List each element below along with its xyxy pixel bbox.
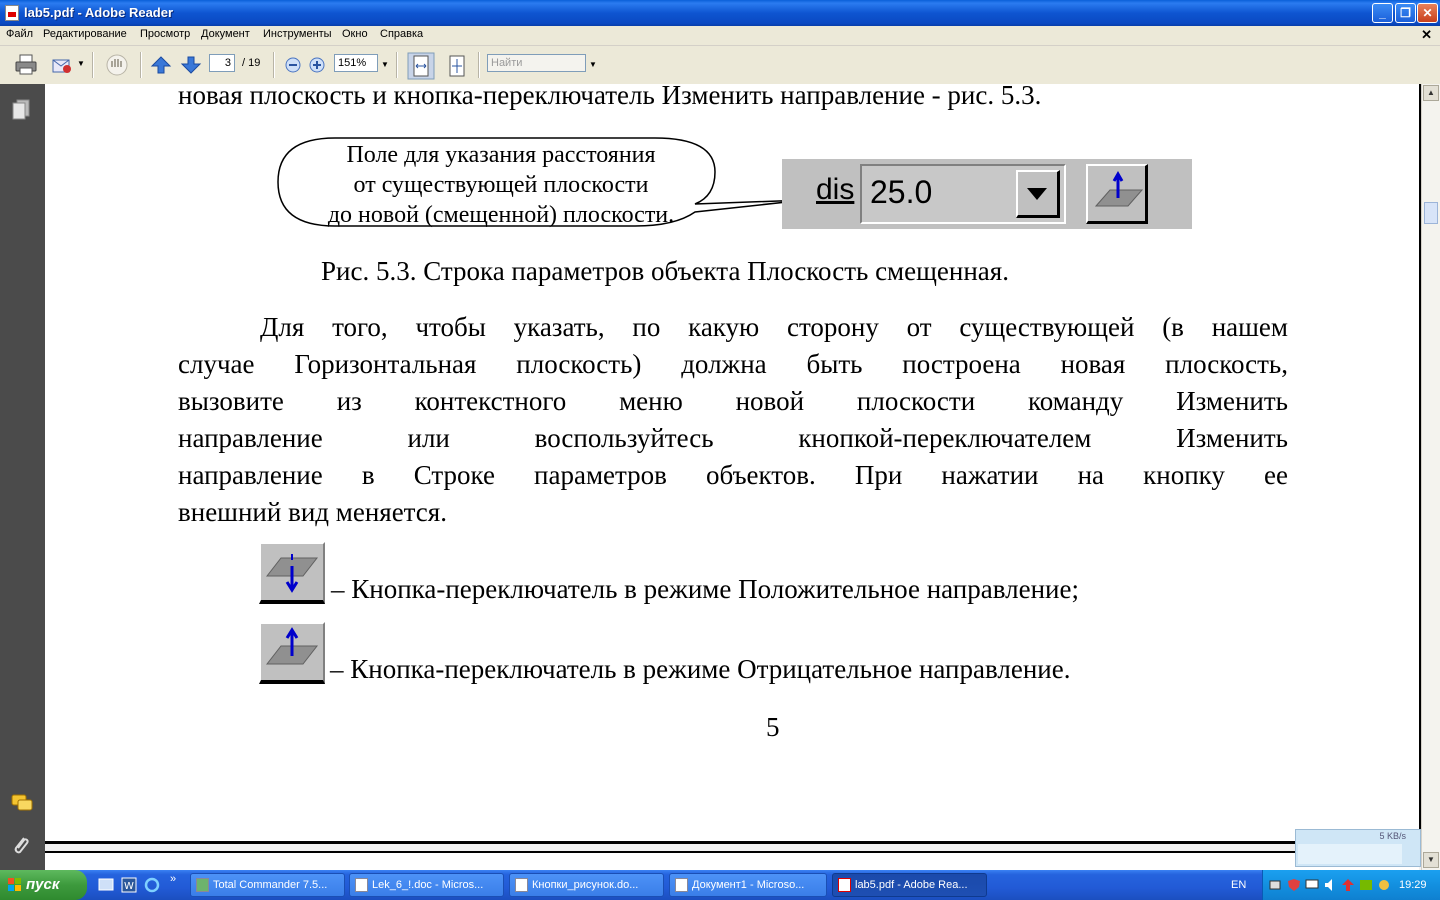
minimize-button[interactable]: _ bbox=[1372, 3, 1393, 23]
adobe-pdf-icon bbox=[5, 5, 19, 21]
word-icon[interactable]: W bbox=[121, 877, 137, 893]
shield-icon[interactable] bbox=[1287, 878, 1301, 892]
scroll-up-button[interactable]: ▲ bbox=[1423, 85, 1439, 101]
zoom-in-icon[interactable] bbox=[308, 56, 326, 74]
email-dropdown-icon[interactable]: ▼ bbox=[77, 59, 85, 68]
start-label: пуск bbox=[26, 876, 60, 893]
show-desktop-icon[interactable] bbox=[98, 877, 114, 893]
next-page-icon[interactable] bbox=[180, 55, 202, 75]
word-doc-icon bbox=[355, 878, 368, 892]
total-commander-icon bbox=[196, 878, 209, 892]
word-doc-icon bbox=[675, 878, 688, 892]
fit-page-icon[interactable] bbox=[445, 54, 469, 78]
navigation-panel bbox=[0, 84, 45, 870]
start-button[interactable]: пуск bbox=[0, 870, 87, 900]
taskbar-item-lek-doc[interactable]: Lek_6_!.doc - Micros... bbox=[349, 873, 504, 897]
nvidia-icon[interactable] bbox=[1359, 878, 1373, 892]
paragraph-line: внешний вид меняется. bbox=[178, 497, 447, 527]
page-total: / 19 bbox=[242, 57, 261, 69]
zoom-level-input[interactable]: 151% bbox=[334, 54, 378, 72]
windows-logo-icon bbox=[8, 878, 21, 891]
distance-value: 25.0 bbox=[870, 174, 933, 210]
window-title: lab5.pdf - Adobe Reader bbox=[24, 5, 174, 20]
change-direction-button bbox=[1086, 164, 1148, 224]
paragraph-line: случае Горизонтальная плоскость) должна … bbox=[178, 349, 1288, 379]
hand-tool-icon[interactable] bbox=[104, 53, 130, 77]
page-number-input[interactable]: 3 bbox=[209, 54, 235, 72]
print-icon[interactable] bbox=[14, 54, 38, 76]
zoom-dropdown-icon[interactable]: ▼ bbox=[381, 60, 389, 69]
negative-direction-button-image bbox=[259, 622, 325, 684]
callout-line: до новой (смещенной) плоскости. bbox=[327, 202, 675, 228]
paragraph-line: Для того, чтобы указать, по какую сторон… bbox=[260, 312, 1288, 342]
scroll-down-button[interactable]: ▼ bbox=[1423, 852, 1439, 868]
close-button[interactable]: ✕ bbox=[1417, 3, 1438, 23]
zoom-out-icon[interactable] bbox=[284, 56, 302, 74]
figure-caption: Рис. 5.3. Строка параметров объекта Плос… bbox=[321, 256, 1009, 286]
list-item-negative: – Кнопка-переключатель в режиме Отрицате… bbox=[330, 654, 1071, 684]
document-close-icon[interactable]: ✕ bbox=[1421, 27, 1432, 43]
menu-bar: Файл Редактирование Просмотр Документ Ин… bbox=[0, 26, 1440, 46]
clock: 19:29 bbox=[1399, 879, 1427, 891]
menu-view[interactable]: Просмотр bbox=[140, 28, 190, 40]
distance-dropdown-button bbox=[1016, 170, 1060, 218]
negative-direction-icon bbox=[265, 627, 319, 665]
paragraph-line: направление в Строке параметров объектов… bbox=[178, 460, 1288, 490]
network-speed-widget: 5 KB/s bbox=[1295, 829, 1421, 867]
param-label: dis bbox=[816, 173, 855, 206]
list-item-positive: – Кнопка-переключатель в режиме Положите… bbox=[331, 574, 1079, 604]
email-icon[interactable] bbox=[50, 54, 74, 76]
menu-help[interactable]: Справка bbox=[380, 28, 423, 40]
menu-tools[interactable]: Инструменты bbox=[263, 28, 332, 40]
previous-page-icon[interactable] bbox=[150, 55, 172, 75]
svg-text:W: W bbox=[124, 881, 134, 892]
positive-direction-button-image bbox=[259, 542, 325, 604]
menu-document[interactable]: Документ bbox=[201, 28, 250, 40]
internet-explorer-icon[interactable] bbox=[144, 877, 160, 893]
word-doc-icon bbox=[515, 878, 528, 892]
callout-line: Поле для указания расстояния bbox=[346, 142, 656, 168]
taskbar-item-knopki-doc[interactable]: Кнопки_рисунок.do... bbox=[509, 873, 664, 897]
menu-file[interactable]: Файл bbox=[6, 28, 33, 40]
document-text-line: новая плоскость и кнопка-переключатель И… bbox=[178, 80, 1042, 110]
dropdown-arrow-icon bbox=[1027, 188, 1047, 200]
speaker-icon[interactable] bbox=[1323, 878, 1337, 892]
title-bar[interactable]: lab5.pdf - Adobe Reader _ ❐ ✕ bbox=[0, 0, 1440, 26]
monitor-icon[interactable] bbox=[1305, 878, 1319, 892]
taskbar-item-dokument1[interactable]: Документ1 - Microso... bbox=[669, 873, 827, 897]
callout-line: от существующей плоскости bbox=[353, 172, 649, 198]
search-input[interactable]: Найти bbox=[487, 54, 586, 72]
pages-icon[interactable] bbox=[10, 98, 32, 122]
arrow-icon[interactable] bbox=[1341, 878, 1355, 892]
paragraph-line: вызовите из контекстного меню новой плос… bbox=[178, 386, 1288, 416]
vertical-scrollbar[interactable]: ▲ ▼ bbox=[1421, 84, 1440, 870]
parameter-strip-image: dis 25.0 bbox=[782, 159, 1192, 229]
menu-edit[interactable]: Редактирование bbox=[43, 28, 127, 40]
search-dropdown-icon[interactable]: ▼ bbox=[589, 60, 597, 69]
utility-icon[interactable] bbox=[1377, 878, 1391, 892]
paragraph-line: направление или воспользуйтесь кнопкой-п… bbox=[178, 423, 1288, 453]
quick-launch-more-icon[interactable]: » bbox=[170, 873, 176, 885]
system-tray: 19:29 bbox=[1262, 870, 1440, 900]
pdf-page: новая плоскость и кнопка-переключатель И… bbox=[45, 80, 1421, 844]
language-indicator[interactable]: EN bbox=[1231, 879, 1246, 891]
attachments-icon[interactable] bbox=[10, 834, 32, 858]
document-view[interactable]: новая плоскость и кнопка-переключатель И… bbox=[45, 80, 1421, 873]
comments-icon[interactable] bbox=[10, 792, 34, 814]
taskbar: пуск W » Total Commander 7.5... Lek_6_!.… bbox=[0, 870, 1440, 900]
positive-direction-icon bbox=[265, 554, 319, 593]
taskbar-item-lab5-pdf[interactable]: lab5.pdf - Adobe Rea... bbox=[832, 873, 987, 897]
network-speed: 5 KB/s bbox=[1379, 831, 1406, 841]
page-number: 5 bbox=[766, 712, 780, 742]
maximize-button[interactable]: ❐ bbox=[1395, 3, 1416, 23]
adobe-pdf-icon bbox=[838, 878, 851, 892]
negative-direction-icon bbox=[1094, 170, 1144, 207]
distance-field: 25.0 bbox=[860, 164, 1066, 224]
taskbar-item-total-commander[interactable]: Total Commander 7.5... bbox=[190, 873, 345, 897]
fit-width-icon[interactable] bbox=[407, 52, 435, 80]
menu-window[interactable]: Окно bbox=[342, 28, 368, 40]
scrollbar-thumb[interactable] bbox=[1424, 202, 1438, 224]
network-icon[interactable] bbox=[1269, 878, 1283, 892]
